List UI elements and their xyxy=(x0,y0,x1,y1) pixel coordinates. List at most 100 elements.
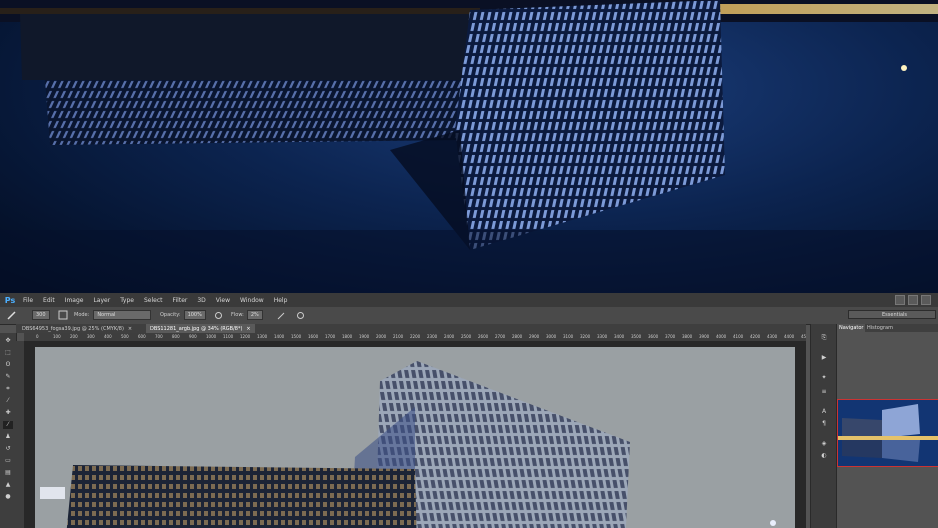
actions-panel-icon[interactable]: ▶ xyxy=(819,354,829,363)
quick-select-tool-icon[interactable]: ✎ xyxy=(3,373,13,381)
mode-label: Mode: xyxy=(74,312,90,318)
tools-panel: ✥ ⬚ ʘ ✎ ⌗ ⁄ ✚ ⁄ ♟ ↺ ▭ ▤ ▲ ● xyxy=(0,333,17,528)
blur-tool-icon[interactable]: ▲ xyxy=(3,481,13,489)
paragraph-panel-icon[interactable]: ¶ xyxy=(819,420,829,429)
ruler-tick-label: 3800 xyxy=(682,334,693,339)
navigator-panel: Navigator Histogram xyxy=(836,324,938,528)
workspace-switcher[interactable]: Essentials xyxy=(848,310,936,319)
eyedropper-tool-icon[interactable]: ⁄ xyxy=(3,397,13,405)
menu-view[interactable]: View xyxy=(211,297,235,304)
close-tab-icon[interactable]: × xyxy=(246,326,250,332)
brush-preset-icon[interactable] xyxy=(6,310,18,320)
mode-select[interactable]: Normal xyxy=(93,310,152,320)
ruler-tick-label: 2600 xyxy=(478,334,489,339)
ruler-tick-label: 200 xyxy=(70,334,78,339)
opacity-control: Opacity: 100% xyxy=(160,310,206,320)
dodge-tool-icon[interactable]: ● xyxy=(3,493,13,501)
horizontal-ruler: 0 100 200 300 400 500 600 700 800 900 1000 1100 1200… xyxy=(24,333,806,341)
ruler-tick-label: 1900 xyxy=(359,334,370,339)
toggle-brush-panel-icon[interactable] xyxy=(58,310,68,320)
flow-field[interactable]: 2% xyxy=(246,310,263,320)
tab-histogram[interactable]: Histogram xyxy=(865,324,895,332)
crop-tool-icon[interactable]: ⌗ xyxy=(3,385,13,393)
ruler-tick-label: 1100 xyxy=(223,334,234,339)
menu-image[interactable]: Image xyxy=(60,297,89,304)
brush-presets-icon[interactable]: ✦ xyxy=(819,374,829,383)
layers-panel-icon[interactable]: ◈ xyxy=(819,440,829,449)
ruler-tick-label: 2700 xyxy=(495,334,506,339)
opacity-label: Opacity: xyxy=(160,312,181,318)
ruler-tick-label: 1800 xyxy=(342,334,353,339)
document-tabs: DBS64953_fogsa39.jpg @ 25% (CMYK/8) × DB… xyxy=(16,324,806,333)
menu-file[interactable]: File xyxy=(18,297,38,304)
character-panel-icon[interactable]: A xyxy=(819,408,829,417)
photoshop-window: Ps File Edit Image Layer Type Select Fil… xyxy=(0,293,938,528)
menu-edit[interactable]: Edit xyxy=(38,297,60,304)
ruler-tick-label: 2100 xyxy=(393,334,404,339)
menu-layer[interactable]: Layer xyxy=(88,297,115,304)
minimize-button[interactable] xyxy=(895,295,905,305)
ruler-tick-label: 4000 xyxy=(716,334,727,339)
panel-dock: ⎘ ▶ ✦ ≡ A ¶ ◈ ◐ xyxy=(810,324,837,528)
maximize-button[interactable] xyxy=(908,295,918,305)
building-reflection-image xyxy=(0,0,938,293)
ruler-tick-label: 3900 xyxy=(699,334,710,339)
move-tool-icon[interactable]: ✥ xyxy=(3,337,13,345)
ruler-tick-label: 3100 xyxy=(563,334,574,339)
document-canvas[interactable] xyxy=(35,347,795,528)
close-tab-icon[interactable]: × xyxy=(128,326,132,332)
document-tab-label: DBS11281_argb.jpg @ 34% (RGB/8*) xyxy=(150,325,243,332)
opacity-field[interactable]: 100% xyxy=(183,310,206,320)
navigator-preview[interactable] xyxy=(837,399,938,467)
ruler-tick-label: 4200 xyxy=(750,334,761,339)
eraser-tool-icon[interactable]: ▭ xyxy=(3,457,13,465)
ruler-tick-label: 0 xyxy=(36,334,39,339)
ruler-tick-label: 2800 xyxy=(512,334,523,339)
panel-tabs: Navigator Histogram xyxy=(837,324,938,332)
clone-stamp-icon[interactable]: ♟ xyxy=(3,433,13,441)
ruler-tick-label: 300 xyxy=(87,334,95,339)
ruler-tick-label: 3600 xyxy=(648,334,659,339)
close-button[interactable] xyxy=(921,295,931,305)
gradient-tool-icon[interactable]: ▤ xyxy=(3,469,13,477)
ruler-tick-label: 2000 xyxy=(376,334,387,339)
ruler-tick-label: 600 xyxy=(138,334,146,339)
marquee-tool-icon[interactable]: ⬚ xyxy=(3,349,13,357)
menu-help[interactable]: Help xyxy=(269,297,293,304)
healing-brush-icon[interactable]: ✚ xyxy=(3,409,13,417)
brush-size-picker[interactable]: 300 xyxy=(32,310,50,320)
pressure-opacity-icon[interactable] xyxy=(214,310,223,320)
menu-window[interactable]: Window xyxy=(235,297,269,304)
adjustments-icon[interactable]: ≡ xyxy=(819,388,829,397)
menu-3d[interactable]: 3D xyxy=(192,297,210,304)
canvas-area[interactable] xyxy=(24,341,806,528)
reference-photo xyxy=(0,0,938,293)
lasso-tool-icon[interactable]: ʘ xyxy=(3,361,13,369)
ruler-tick-label: 4400 xyxy=(784,334,795,339)
pressure-size-icon[interactable] xyxy=(296,310,305,320)
menu-filter[interactable]: Filter xyxy=(168,297,193,304)
menu-type[interactable]: Type xyxy=(115,297,139,304)
document-tab-active[interactable]: DBS11281_argb.jpg @ 34% (RGB/8*) × xyxy=(146,324,255,333)
mode-control: Mode: Normal xyxy=(74,310,152,320)
ruler-tick-label: 2400 xyxy=(444,334,455,339)
ruler-tick-label: 400 xyxy=(104,334,112,339)
ruler-tick-label: 1300 xyxy=(257,334,268,339)
ruler-tick-label: 2500 xyxy=(461,334,472,339)
brush-tool-icon[interactable]: ⁄ xyxy=(3,421,13,429)
ruler-tick-label: 900 xyxy=(189,334,197,339)
ruler-tick-label: 3300 xyxy=(597,334,608,339)
airbrush-icon[interactable] xyxy=(277,310,286,320)
tab-navigator[interactable]: Navigator xyxy=(837,324,866,332)
ruler-tick-label: 4100 xyxy=(733,334,744,339)
brush-size-value: 300 xyxy=(32,310,50,320)
flow-control: Flow: 2% xyxy=(231,310,263,320)
options-bar: 300 Mode: Normal Opacity: 100% Flow: 2% xyxy=(0,307,938,325)
menu-select[interactable]: Select xyxy=(139,297,168,304)
ruler-tick-label: 700 xyxy=(155,334,163,339)
menu-bar: Ps File Edit Image Layer Type Select Fil… xyxy=(0,293,938,307)
channels-panel-icon[interactable]: ◐ xyxy=(819,452,829,461)
history-brush-icon[interactable]: ↺ xyxy=(3,445,13,453)
document-tab[interactable]: DBS64953_fogsa39.jpg @ 25% (CMYK/8) × xyxy=(18,324,136,333)
history-panel-icon[interactable]: ⎘ xyxy=(819,334,829,343)
